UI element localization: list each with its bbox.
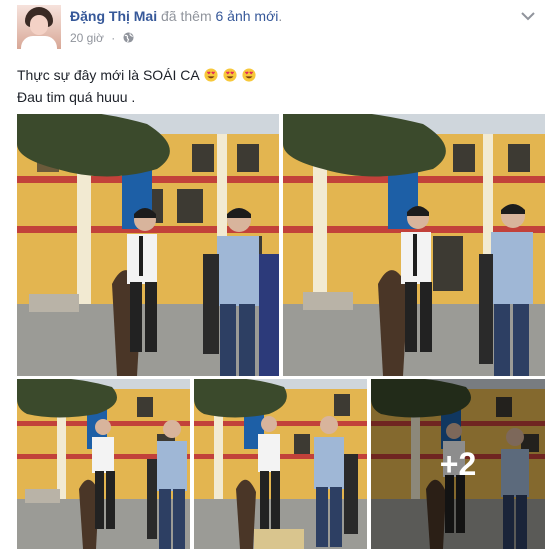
post-title-line: Đặng Thị Mai đã thêm 6 ảnh mới. [70, 8, 282, 24]
avatar-shirt [21, 36, 57, 49]
heart-eyes-emoji-group [203, 67, 256, 83]
facebook-post: Đặng Thị Mai đã thêm 6 ảnh mới. 20 giờ ·… [0, 0, 550, 549]
post-text-line-1: Thực sự đây mới là SOÁI CA [17, 64, 256, 86]
photo-4[interactable] [194, 379, 367, 549]
globe-icon[interactable] [123, 32, 134, 43]
author-name-link[interactable]: Đặng Thị Mai [70, 8, 157, 24]
photo-4-image [194, 379, 367, 549]
post-timestamp-link[interactable]: 20 giờ [70, 31, 104, 45]
photo-2-image [283, 114, 545, 376]
author-avatar[interactable] [17, 5, 61, 49]
photo-5[interactable]: +2 [371, 379, 545, 549]
action-suffix: . [278, 8, 283, 24]
chevron-down-icon[interactable] [521, 11, 535, 21]
more-photos-count: +2 [439, 445, 477, 482]
photo-1-image [17, 114, 279, 376]
heart-eyes-emoji [204, 68, 218, 82]
post-text-line-1-content: Thực sự đây mới là SOÁI CA [17, 67, 199, 83]
photo-3-image [17, 379, 190, 549]
avatar-face [30, 15, 48, 35]
post-header: Đặng Thị Mai đã thêm 6 ảnh mới. 20 giờ · [17, 5, 537, 51]
meta-separator: · [111, 31, 116, 45]
photo-2[interactable] [283, 114, 545, 376]
photo-count-link[interactable]: 6 ảnh mới [216, 8, 279, 24]
heart-eyes-emoji [242, 68, 256, 82]
photo-3[interactable] [17, 379, 190, 549]
post-meta: 20 giờ · [70, 31, 134, 45]
heart-eyes-emoji [223, 68, 237, 82]
post-text: Thực sự đây mới là SOÁI CA Đau tim quá h… [17, 64, 256, 108]
post-text-line-2: Đau tim quá huuu . [17, 89, 136, 105]
photo-1[interactable] [17, 114, 279, 376]
action-prefix: đã thêm [161, 8, 212, 24]
more-photos-overlay[interactable]: +2 [371, 379, 545, 549]
